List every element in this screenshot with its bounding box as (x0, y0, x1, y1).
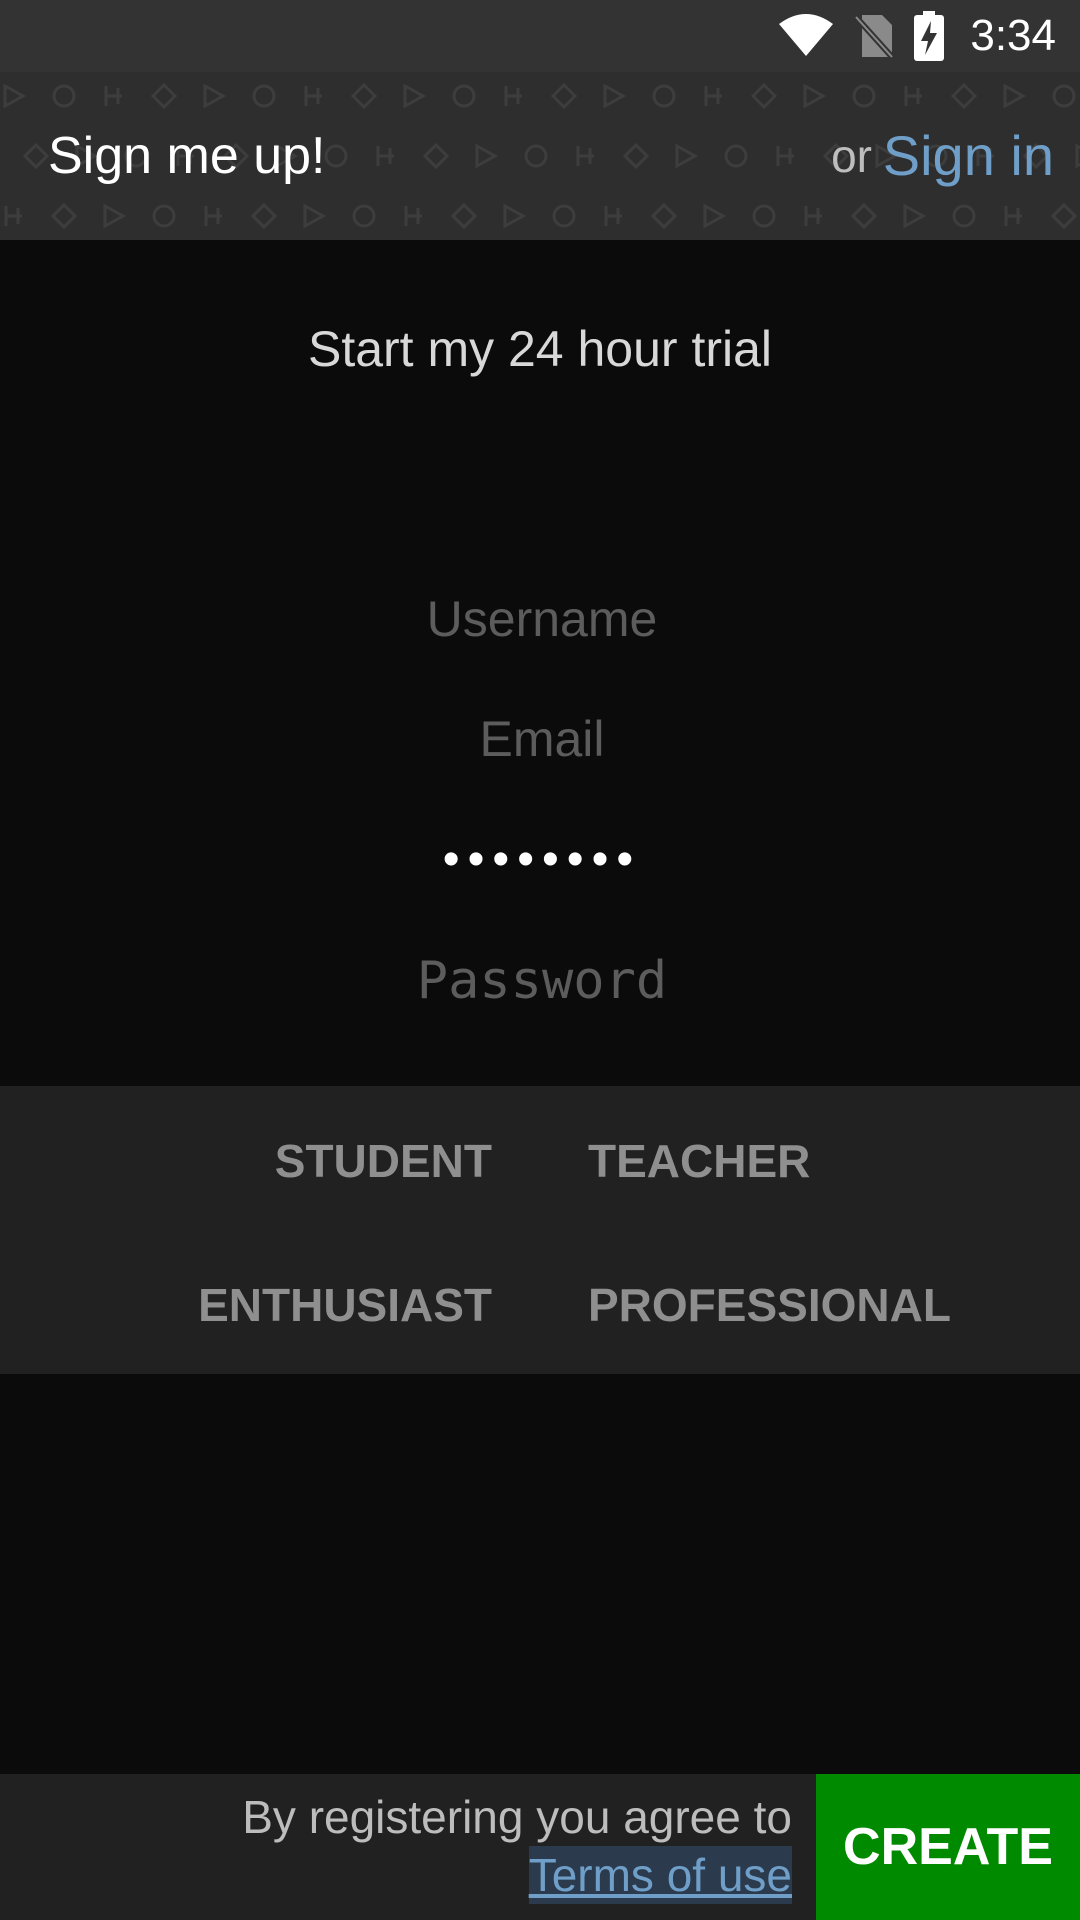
pattern-symbol (552, 204, 576, 228)
role-enthusiast-button[interactable]: ENTHUSIAST (198, 1278, 492, 1332)
pattern-symbol (1052, 84, 1076, 108)
pattern-symbol (603, 83, 627, 109)
pattern-symbol (475, 143, 499, 169)
pattern-symbol (1050, 202, 1078, 230)
agree-text: By registering you agree to (242, 1791, 792, 1843)
pattern-symbol (550, 82, 578, 110)
pattern-symbol (450, 202, 478, 230)
pattern-symbol (776, 146, 794, 166)
pattern-symbol (422, 142, 450, 170)
confirm-password-input[interactable] (240, 930, 844, 1032)
pattern-symbol (350, 82, 378, 110)
password-input[interactable] (240, 808, 844, 910)
no-sim-icon (854, 14, 895, 59)
pattern-symbol (750, 82, 778, 110)
battery-charging-icon (914, 11, 945, 61)
terms-of-use-link[interactable]: Terms of use (528, 1846, 792, 1904)
pattern-symbol (652, 84, 676, 108)
status-time: 3:34 (970, 11, 1056, 60)
pattern-symbol (604, 206, 622, 226)
trial-subtitle: Start my 24 hour trial (307, 321, 773, 377)
header: Sign me up! or Sign in (0, 72, 1080, 240)
role-selector: STUDENT TEACHER ENTHUSIAST PROFESSIONAL (0, 1086, 1080, 1374)
pattern-symbol (4, 206, 22, 226)
pattern-symbol (704, 86, 722, 106)
role-professional-button[interactable]: PROFESSIONAL (588, 1278, 951, 1332)
role-teacher-button[interactable]: TEACHER (588, 1134, 810, 1188)
pattern-symbol (504, 86, 522, 106)
pattern-symbol (804, 206, 822, 226)
pattern-symbol (376, 146, 394, 166)
role-student-button[interactable]: STUDENT (275, 1134, 492, 1188)
pattern-symbol (22, 142, 50, 170)
pattern-symbol (724, 144, 748, 168)
sign-in-link[interactable]: Sign in (883, 72, 1054, 240)
pattern-symbol (3, 83, 27, 109)
pattern-symbol (324, 144, 348, 168)
pattern-symbol (352, 204, 376, 228)
pattern-symbol (524, 144, 548, 168)
wifi-icon (779, 14, 834, 56)
pattern-symbol (452, 84, 476, 108)
email-input[interactable] (240, 688, 844, 790)
status-bar: 3:34 (0, 0, 1080, 72)
create-button[interactable]: CREATE (816, 1774, 1080, 1920)
pattern-symbol (703, 203, 727, 229)
terms-notice: By registering you agree to Terms of use (242, 1788, 792, 1904)
status-icons: 3:34 (778, 0, 1056, 72)
footer: By registering you agree to Terms of use… (0, 1774, 1080, 1920)
pattern-symbol (404, 206, 422, 226)
pattern-symbol (622, 142, 650, 170)
pattern-symbol (675, 143, 699, 169)
pattern-symbol (503, 203, 527, 229)
signup-form: Start my 24 hour trial (0, 240, 1080, 1086)
pattern-symbol (752, 204, 776, 228)
pattern-symbol (576, 146, 594, 166)
pattern-symbol (403, 83, 427, 109)
username-input[interactable] (240, 568, 844, 670)
pattern-symbol (650, 202, 678, 230)
header-title: Sign me up! (48, 127, 326, 185)
header-or-text: or (831, 130, 872, 182)
pattern-symbol (803, 83, 827, 109)
